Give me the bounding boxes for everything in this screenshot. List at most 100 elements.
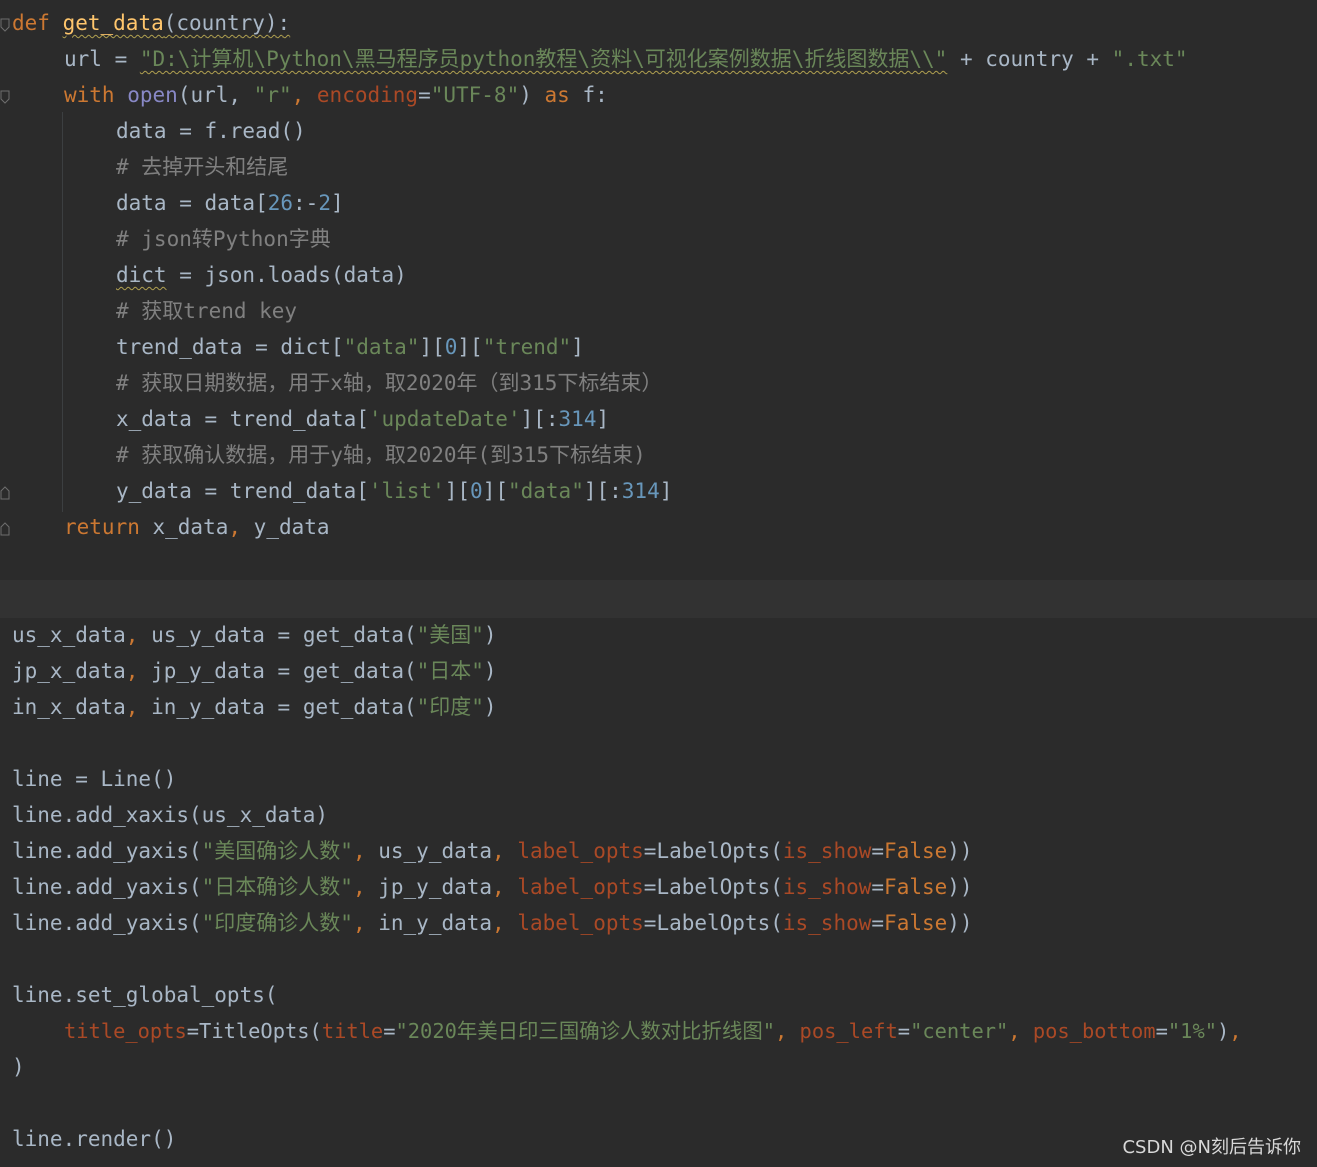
keyword-argument: pos_left	[787, 1019, 898, 1043]
code-text: y_data = trend_data[	[116, 479, 369, 503]
code-line[interactable]: def get_data(country):	[12, 5, 290, 41]
fold-end-icon[interactable]	[0, 522, 10, 536]
code-text: x_data = trend_data[	[116, 407, 369, 431]
code-line[interactable]: data = f.read()	[116, 113, 306, 149]
code-text: trend_data = dict[	[116, 335, 344, 359]
code-text: ][:	[520, 407, 559, 431]
code-text: ,	[1008, 1019, 1021, 1043]
code-text: ,	[291, 83, 317, 107]
code-line[interactable]: line = Line()	[12, 761, 176, 797]
keyword-argument: is_show	[782, 839, 872, 863]
code-text: ]	[571, 335, 584, 359]
code-line[interactable]: return x_data, y_data	[64, 509, 330, 545]
code-text: line.render()	[12, 1127, 177, 1151]
code-text: (url,	[177, 83, 254, 107]
string-literal: "D:\计算机\Python\黑马程序员python教程\资料\可视化案例数据\…	[139, 47, 948, 71]
string-literal: "2020年美日印三国确诊人数对比折线图"	[395, 1019, 775, 1043]
comment-text: # json转Python字典	[116, 227, 331, 251]
code-text: y_data	[241, 515, 330, 539]
string-literal: "日本"	[416, 659, 484, 683]
keyword-argument: label_opts	[504, 839, 644, 863]
string-literal: "美国确诊人数"	[201, 839, 353, 863]
code-line[interactable]: line.add_yaxis("美国确诊人数", us_y_data, labe…	[12, 833, 973, 869]
code-text: line.add_xaxis(us_x_data)	[12, 803, 329, 827]
code-line[interactable]: line.add_yaxis("印度确诊人数", in_y_data, labe…	[12, 905, 973, 941]
code-comment[interactable]: # 获取trend key	[116, 293, 297, 329]
code-line[interactable]: line.add_yaxis("日本确诊人数", jp_y_data, labe…	[12, 869, 973, 905]
code-line[interactable]: with open(url, "r", encoding="UTF-8") as…	[64, 77, 608, 113]
code-text: =	[897, 1019, 911, 1043]
string-literal: "日本确诊人数"	[201, 875, 353, 899]
code-line[interactable]: line.render()	[12, 1121, 176, 1157]
string-literal: ".txt"	[1111, 47, 1188, 71]
code-line[interactable]: line.add_xaxis(us_x_data)	[12, 797, 328, 833]
code-text: in_y_data = get_data(	[138, 695, 417, 719]
code-text: ][	[419, 335, 445, 359]
fold-marker-icon[interactable]	[0, 18, 10, 32]
code-text: ]	[330, 191, 344, 215]
fold-end-icon[interactable]	[0, 486, 10, 500]
number-literal: 0	[444, 335, 458, 359]
code-line[interactable]: trend_data = dict["data"][0]["trend"]	[116, 329, 584, 365]
code-text: in_x_data	[12, 695, 126, 719]
string-literal: 'list'	[368, 479, 445, 503]
code-text: ]	[659, 479, 673, 503]
code-text: ))	[947, 911, 973, 935]
code-text: LabelOpts(	[656, 875, 783, 899]
comment-text: # 获取trend key	[116, 299, 298, 323]
code-comment[interactable]: # json转Python字典	[116, 221, 331, 257]
code-text: ][	[482, 479, 508, 503]
string-literal: "center"	[910, 1019, 1009, 1043]
string-literal: "r"	[253, 83, 292, 107]
string-literal: "印度"	[416, 695, 484, 719]
code-text: TitleOpts(	[199, 1019, 322, 1043]
code-text: ,	[125, 695, 139, 719]
string-literal: "data"	[343, 335, 420, 359]
code-text: f:	[569, 83, 608, 107]
code-text: us_y_data = get_data(	[138, 623, 417, 647]
code-line[interactable]: y_data = trend_data['list'][0]["data"][:…	[116, 473, 672, 509]
code-text: ,	[492, 911, 505, 935]
code-editor[interactable]: def get_data(country): url = "D:\计算机\Pyt…	[0, 0, 1317, 1167]
keyword-argument: is_show	[782, 875, 872, 899]
code-text: x_data	[139, 515, 229, 539]
string-literal: "trend"	[482, 335, 572, 359]
comment-text: # 获取日期数据，用于x轴，取2020年（到315下标结束）	[116, 371, 663, 395]
code-text: ][	[457, 335, 483, 359]
number-literal: 26	[267, 191, 294, 215]
code-text: ,	[1229, 1019, 1242, 1043]
code-text: + country +	[947, 47, 1112, 71]
code-text: ,	[352, 875, 366, 899]
string-literal: "美国"	[416, 623, 484, 647]
code-text: ][	[444, 479, 471, 503]
code-text: ]	[596, 407, 610, 431]
comment-text: # 获取确认数据，用于y轴，取2020年(到315下标结束)	[116, 443, 646, 467]
code-line[interactable]: line.set_global_opts(	[12, 977, 278, 1013]
code-comment[interactable]: # 获取日期数据，用于x轴，取2020年（到315下标结束）	[116, 365, 662, 401]
code-line[interactable]: )	[12, 1049, 25, 1085]
code-line[interactable]: data = data[26:-2]	[116, 185, 344, 221]
code-text: (country):	[163, 11, 291, 35]
code-text: line = Line()	[12, 767, 177, 791]
code-line[interactable]: us_x_data, us_y_data = get_data("美国")	[12, 617, 497, 653]
code-line[interactable]: title_opts=TitleOpts(title="2020年美日印三国确诊…	[64, 1013, 1242, 1049]
keyword-argument: title_opts	[64, 1019, 187, 1043]
code-line[interactable]: jp_x_data, jp_y_data = get_data("日本")	[12, 653, 497, 689]
code-comment[interactable]: # 去掉开头和结尾	[116, 149, 288, 185]
code-text: in_y_data	[365, 911, 493, 935]
code-line[interactable]: dict = json.loads(data)	[116, 257, 407, 293]
number-literal: 314	[558, 407, 597, 431]
code-line[interactable]: in_x_data, in_y_data = get_data("印度")	[12, 689, 497, 725]
code-line[interactable]: x_data = trend_data['updateDate'][:314]	[116, 401, 609, 437]
code-text: ,	[228, 515, 242, 539]
code-text: LabelOpts(	[656, 839, 783, 863]
code-line[interactable]: url = "D:\计算机\Python\黑马程序员python教程\资料\可视…	[64, 41, 1188, 77]
code-text: )	[12, 1055, 25, 1079]
fold-marker-icon[interactable]	[0, 90, 10, 104]
number-literal: 0	[470, 479, 483, 503]
code-comment[interactable]: # 获取确认数据，用于y轴，取2020年(到315下标结束)	[116, 437, 646, 473]
code-text: = json.loads(data)	[166, 263, 407, 287]
code-text: =	[643, 839, 657, 863]
function-name: get_data	[62, 11, 164, 35]
code-text: ))	[947, 839, 973, 863]
